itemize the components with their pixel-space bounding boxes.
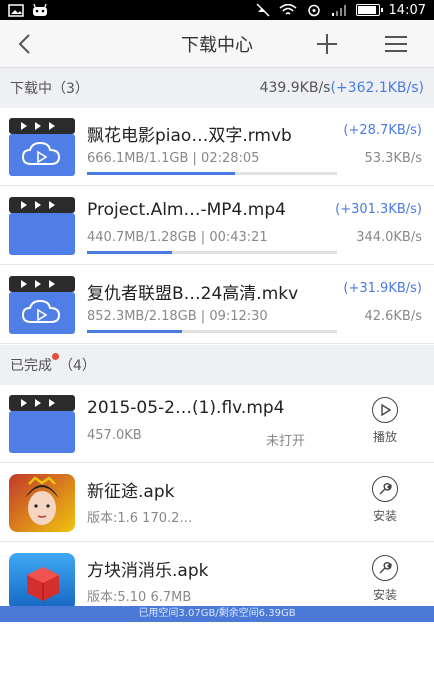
progress-bar: [87, 251, 337, 254]
image-icon: [8, 3, 24, 17]
new-badge-dot: [52, 353, 59, 360]
file-meta: 版本:5.10 6.7MB: [87, 590, 192, 605]
completed-item[interactable]: 2015-05-2…(1).flv.mp4 457.0KB 未打开 播放: [0, 385, 434, 463]
back-button[interactable]: [0, 20, 48, 68]
download-item[interactable]: 飘花电影piao…双字.rmvb (+28.7KB/s) 666.1MB/1.1…: [0, 108, 434, 186]
wrench-icon: [372, 476, 398, 502]
video-file-icon: [9, 276, 75, 334]
total-speed: 439.9KB/s(+362.1KB/s): [260, 80, 434, 96]
progress-fill: [87, 330, 182, 333]
silent-icon: [256, 3, 270, 17]
install-button[interactable]: 安装: [358, 476, 412, 524]
play-button[interactable]: 播放: [358, 397, 412, 445]
wrench-icon: [372, 555, 398, 581]
file-name: 复仇者联盟B…24高清.mkv: [87, 284, 299, 304]
file-name: 飘花电影piao…双字.rmvb: [87, 126, 292, 146]
play-icon: [372, 397, 398, 423]
total-speed-delta: (+362.1KB/s): [330, 80, 424, 96]
download-item[interactable]: 复仇者联盟B…24高清.mkv (+31.9KB/s) 852.3MB/2.18…: [0, 266, 434, 344]
speed-delta: (+31.9KB/s): [343, 281, 422, 296]
completed-section-header: 已完成 （4）: [0, 345, 434, 385]
storage-usage-bar: 已用空间3.07GB/剩余空间6.39GB: [0, 606, 434, 622]
sync-icon: [306, 4, 322, 17]
wifi-icon: [279, 3, 297, 17]
completed-label: 已完成: [10, 358, 52, 374]
download-item[interactable]: Project.Alm…-MP4.mp4 (+301.3KB/s) 440.7M…: [0, 187, 434, 265]
video-file-icon: [9, 118, 75, 176]
open-status: 未打开: [266, 434, 306, 449]
progress-fill: [87, 172, 235, 175]
action-label: 安装: [372, 509, 397, 523]
download-rate: 53.3KB/s: [364, 151, 422, 166]
completed-item[interactable]: 方块消消乐.apk 版本:5.10 6.7MB 安装: [0, 543, 434, 611]
battery-icon: [355, 4, 383, 16]
page-title: 下载中心: [181, 34, 253, 56]
file-meta: 852.3MB/2.18GB | 09:12:30: [87, 309, 268, 324]
progress-bar: [87, 330, 337, 333]
progress-bar: [87, 172, 337, 175]
app-icon: [32, 3, 48, 17]
section-label: 下载中（3）: [10, 81, 89, 97]
file-meta: 666.1MB/1.1GB | 02:28:05: [87, 151, 260, 166]
completed-item[interactable]: 新征途.apk 版本:1.6 170.2… 安装: [0, 464, 434, 542]
app-header: 下载中心: [0, 20, 434, 68]
file-meta: 版本:1.6 170.2…: [87, 511, 193, 526]
action-label: 安装: [372, 588, 397, 602]
action-label: 播放: [372, 430, 397, 444]
completed-count: （4）: [59, 358, 96, 374]
plus-icon: [317, 34, 337, 54]
speed-delta: (+28.7KB/s): [343, 123, 422, 138]
download-rate: 344.0KB/s: [356, 230, 422, 245]
video-file-icon: [9, 197, 75, 255]
section-label: 已完成 （4）: [0, 353, 96, 375]
hamburger-icon: [385, 36, 407, 52]
downloading-section-header: 下载中（3） 439.9KB/s(+362.1KB/s): [0, 68, 434, 108]
file-meta: 457.0KB: [87, 428, 142, 443]
chevron-left-icon: [18, 33, 30, 54]
add-button[interactable]: [305, 20, 349, 68]
download-rate: 42.6KB/s: [364, 309, 422, 324]
video-file-icon: [9, 395, 75, 453]
progress-fill: [87, 251, 172, 254]
file-name: 2015-05-2…(1).flv.mp4: [87, 398, 285, 418]
file-meta: 440.7MB/1.28GB | 00:43:21: [87, 230, 268, 245]
file-name: 新征途.apk: [87, 482, 175, 502]
speed-delta: (+301.3KB/s): [335, 202, 422, 217]
clock: 14:07: [388, 2, 426, 18]
app-thumbnail: [9, 553, 75, 611]
app-thumbnail: [9, 474, 75, 532]
install-button[interactable]: 安装: [358, 555, 412, 603]
total-speed-value: 439.9KB/s: [259, 80, 331, 96]
file-name: Project.Alm…-MP4.mp4: [87, 200, 286, 220]
file-name: 方块消消乐.apk: [87, 561, 209, 581]
status-bar: 14:07: [0, 0, 434, 20]
signal-icon: [331, 4, 347, 17]
menu-button[interactable]: [372, 20, 420, 68]
